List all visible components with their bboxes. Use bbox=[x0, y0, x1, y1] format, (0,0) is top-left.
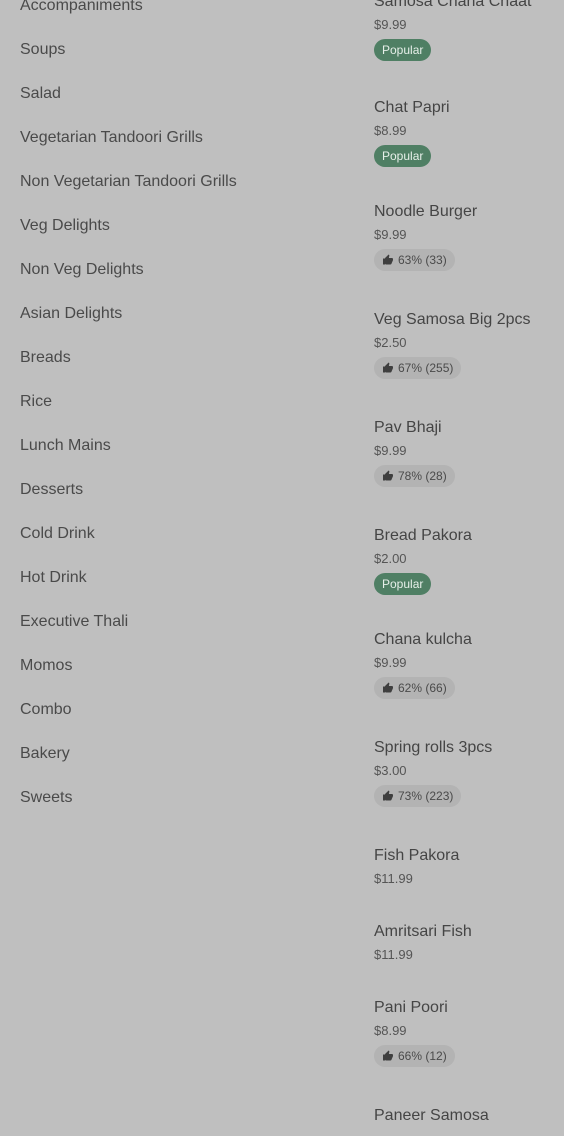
menu-item-name: Spring rolls 3pcs bbox=[374, 739, 493, 756]
menu-item-price: $2.50 bbox=[374, 335, 407, 350]
category-list: Accompaniments Soups Salad Vegetarian Tando… bbox=[20, 0, 340, 820]
menu-item-name: Paneer Samosa bbox=[374, 1107, 489, 1124]
thumbs-up-icon bbox=[382, 1050, 394, 1062]
menu-item[interactable]: Spring rolls 3pcs $3.00 73% (223) bbox=[374, 738, 564, 807]
menu-page: Accompaniments Soups Salad Vegetarian Tando… bbox=[0, 0, 564, 1136]
category-item[interactable]: Lunch Mains bbox=[20, 424, 340, 468]
menu-item[interactable]: Samosa Chana Chaat $9.99 Popular bbox=[374, 0, 564, 61]
menu-item-price: $9.99 bbox=[374, 655, 407, 670]
menu-item[interactable]: Paneer Samosa bbox=[374, 1106, 564, 1126]
menu-item-name: Bread Pakora bbox=[374, 527, 472, 544]
category-item[interactable]: Accompaniments bbox=[20, 0, 340, 28]
category-item[interactable]: Sweets bbox=[20, 776, 340, 820]
menu-item-price: $9.99 bbox=[374, 443, 407, 458]
rating-badge: 62% (66) bbox=[374, 677, 455, 699]
menu-item-name: Noodle Burger bbox=[374, 203, 478, 220]
menu-item-price: $8.99 bbox=[374, 1023, 407, 1038]
menu-item-price: $9.99 bbox=[374, 17, 407, 32]
menu-item[interactable]: Fish Pakora $11.99 bbox=[374, 846, 564, 887]
menu-item[interactable]: Bread Pakora $2.00 Popular bbox=[374, 526, 564, 595]
menu-item-name: Fish Pakora bbox=[374, 847, 460, 864]
category-item[interactable]: Breads bbox=[20, 336, 340, 380]
menu-item-price: $3.00 bbox=[374, 763, 407, 778]
menu-item-price: $11.99 bbox=[374, 947, 413, 962]
menu-item-price: $2.00 bbox=[374, 551, 407, 566]
rating-badge: 63% (33) bbox=[374, 249, 455, 271]
category-item[interactable]: Hot Drink bbox=[20, 556, 340, 600]
menu-item[interactable]: Veg Samosa Big 2pcs $2.50 67% (255) bbox=[374, 310, 564, 379]
popular-badge: Popular bbox=[374, 39, 432, 61]
thumbs-up-icon bbox=[382, 790, 394, 802]
menu-item[interactable]: Noodle Burger $9.99 63% (33) bbox=[374, 202, 564, 271]
category-item[interactable]: Rice bbox=[20, 380, 340, 424]
category-item[interactable]: Desserts bbox=[20, 468, 340, 512]
menu-item-name: Chana kulcha bbox=[374, 631, 472, 648]
menu-item-name: Pav Bhaji bbox=[374, 419, 442, 436]
popular-badge: Popular bbox=[374, 573, 432, 595]
category-item[interactable]: Bakery bbox=[20, 732, 340, 776]
menu-item-name: Samosa Chana Chaat bbox=[374, 0, 532, 10]
category-item[interactable]: Vegetarian Tandoori Grills bbox=[20, 116, 340, 160]
rating-text: 62% (66) bbox=[398, 681, 447, 695]
menu-item[interactable]: Amritsari Fish $11.99 bbox=[374, 922, 564, 963]
category-item[interactable]: Asian Delights bbox=[20, 292, 340, 336]
category-item[interactable]: Non Vegetarian Tandoori Grills bbox=[20, 160, 340, 204]
menu-item-name: Amritsari Fish bbox=[374, 923, 472, 940]
thumbs-up-icon bbox=[382, 470, 394, 482]
category-item[interactable]: Salad bbox=[20, 72, 340, 116]
menu-item-name: Veg Samosa Big 2pcs bbox=[374, 311, 531, 328]
thumbs-up-icon bbox=[382, 682, 394, 694]
rating-text: 63% (33) bbox=[398, 253, 447, 267]
menu-item[interactable]: Pav Bhaji $9.99 78% (28) bbox=[374, 418, 564, 487]
thumbs-up-icon bbox=[382, 362, 394, 374]
menu-item-price: $8.99 bbox=[374, 123, 407, 138]
menu-item[interactable]: Chana kulcha $9.99 62% (66) bbox=[374, 630, 564, 699]
menu-item[interactable]: Pani Poori $8.99 66% (12) bbox=[374, 998, 564, 1067]
thumbs-up-icon bbox=[382, 254, 394, 266]
rating-text: 66% (12) bbox=[398, 1049, 447, 1063]
rating-text: 67% (255) bbox=[398, 361, 454, 375]
rating-badge: 73% (223) bbox=[374, 785, 462, 807]
rating-text: 78% (28) bbox=[398, 469, 447, 483]
category-item[interactable]: Combo bbox=[20, 688, 340, 732]
rating-badge: 78% (28) bbox=[374, 465, 455, 487]
category-item[interactable]: Veg Delights bbox=[20, 204, 340, 248]
menu-item-price: $9.99 bbox=[374, 227, 407, 242]
category-item[interactable]: Momos bbox=[20, 644, 340, 688]
rating-text: 73% (223) bbox=[398, 789, 454, 803]
menu-item-name: Pani Poori bbox=[374, 999, 448, 1016]
category-item[interactable]: Cold Drink bbox=[20, 512, 340, 556]
menu-item[interactable]: Chat Papri $8.99 Popular bbox=[374, 98, 564, 167]
category-item[interactable]: Non Veg Delights bbox=[20, 248, 340, 292]
menu-item-price: $11.99 bbox=[374, 871, 413, 886]
popular-badge: Popular bbox=[374, 145, 432, 167]
rating-badge: 66% (12) bbox=[374, 1045, 455, 1067]
category-item[interactable]: Soups bbox=[20, 28, 340, 72]
rating-badge: 67% (255) bbox=[374, 357, 462, 379]
menu-item-name: Chat Papri bbox=[374, 99, 450, 116]
category-item[interactable]: Executive Thali bbox=[20, 600, 340, 644]
